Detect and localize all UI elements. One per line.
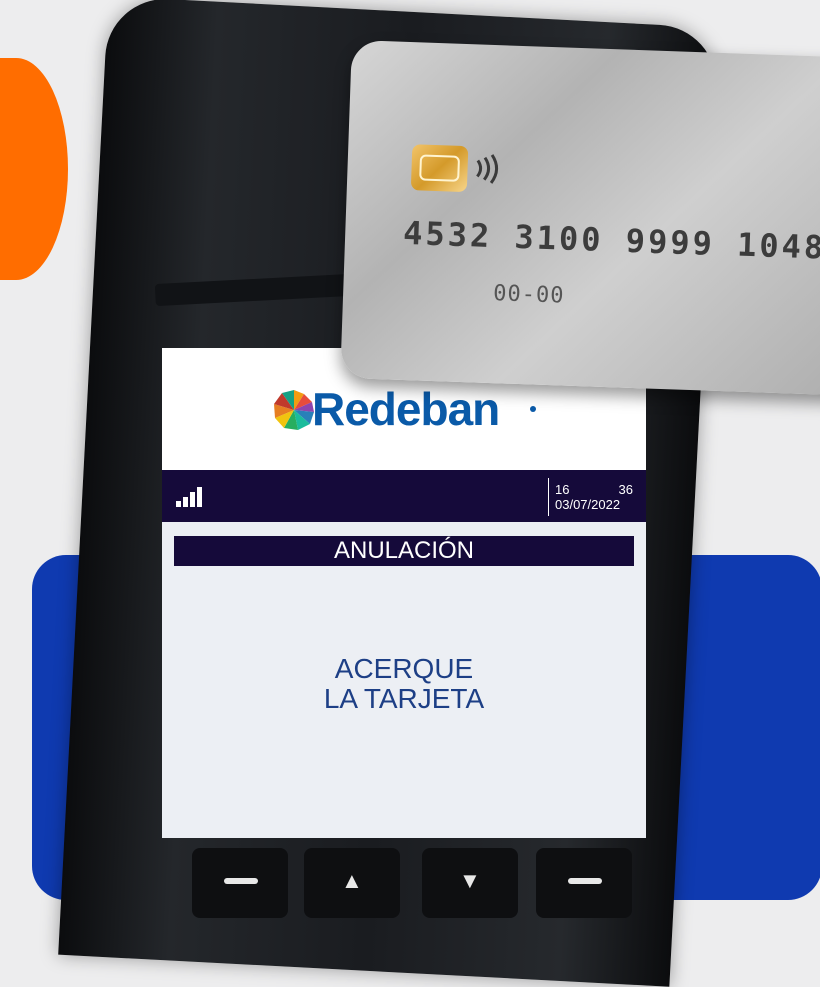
card-number: 4532 3100 9999 1048 [402, 213, 820, 267]
contactless-icon [476, 154, 499, 184]
time-divider [548, 478, 549, 516]
signal-strength-icon [176, 485, 212, 507]
minus-key-right[interactable] [536, 848, 632, 918]
screen-title: ANULACIÓN [174, 536, 634, 566]
status-bar: 16 36 03/07/2022 [162, 470, 646, 522]
date-label: 03/07/2022 [555, 497, 621, 512]
down-arrow-icon: ▼ [459, 868, 481, 893]
terminal-keypad: ▲ ▼ [192, 848, 632, 918]
instruction-message: ACERQUE LA TARJETA [162, 654, 646, 714]
message-line-2: LA TARJETA [323, 683, 485, 714]
minus-key-left[interactable] [192, 848, 288, 918]
message-line-1: ACERQUE [334, 653, 474, 684]
time-hour: 16 [555, 482, 570, 497]
time-minute: 36 [618, 482, 633, 497]
orange-decor-shape [0, 58, 68, 280]
chip-icon [410, 144, 469, 193]
up-arrow-icon: ▲ [341, 868, 363, 893]
credit-card: 4532 3100 9999 1048 00-00 [340, 40, 820, 398]
terminal-screen: Redeban 16 36 03/07/2022 ANULACIÓN ACERQ… [162, 348, 646, 838]
up-arrow-key[interactable]: ▲ [304, 848, 400, 918]
clock: 16 36 03/07/2022 [555, 482, 635, 512]
brand-name: Redeban [312, 383, 500, 435]
card-expiry: 00-00 [492, 281, 565, 309]
down-arrow-key[interactable]: ▼ [422, 848, 518, 918]
brand-trademark-dot [530, 406, 536, 412]
redeban-logo-icon [274, 390, 314, 430]
